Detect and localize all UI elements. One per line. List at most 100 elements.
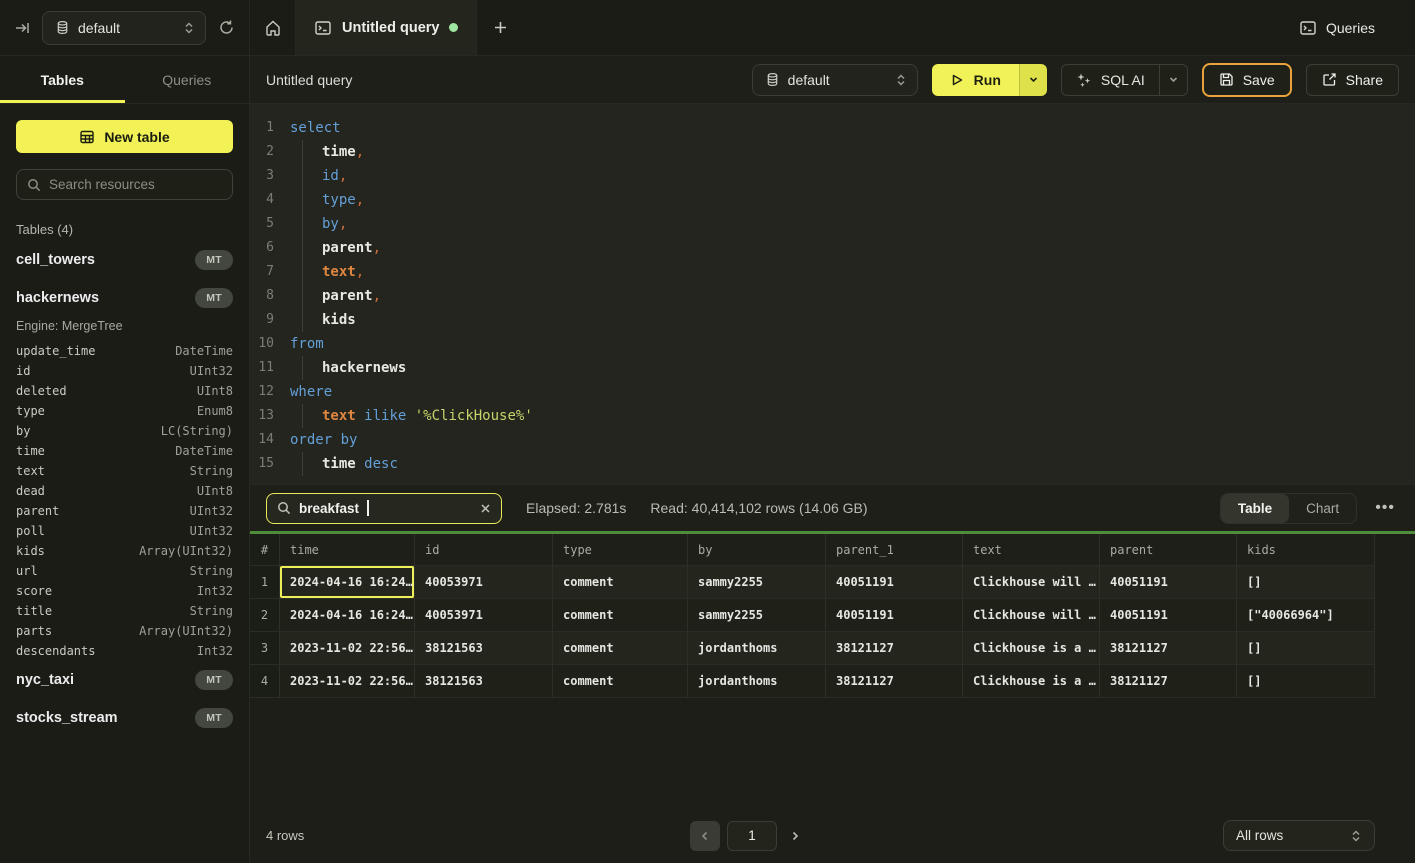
share-button[interactable]: Share (1306, 64, 1399, 96)
queries-shortcut[interactable]: Queries (1299, 0, 1415, 55)
line-number: 5 (250, 212, 282, 236)
save-button[interactable]: Save (1202, 63, 1292, 97)
results-table-cell[interactable]: 40051191 (826, 566, 963, 598)
engine-badge: MT (195, 288, 233, 308)
results-table-cell[interactable]: 40051191 (826, 599, 963, 631)
results-table-cell[interactable]: 38121563 (415, 632, 553, 664)
line-code: parent, (282, 284, 381, 308)
sidebar-tab-queries[interactable]: Queries (125, 56, 250, 103)
clear-search-icon[interactable] (480, 503, 491, 514)
sidebar-table-item[interactable]: hackernewsMT (16, 279, 233, 317)
results-table-header-cell[interactable]: parent (1100, 534, 1237, 565)
results-table-header-cell[interactable]: id (415, 534, 553, 565)
more-options-icon[interactable]: ••• (1371, 499, 1399, 517)
toggle-chart[interactable]: Chart (1289, 494, 1356, 523)
results-table-cell[interactable]: 38121127 (1100, 632, 1237, 664)
results-table-header-cell[interactable]: text (963, 534, 1100, 565)
refresh-icon[interactable] (218, 19, 235, 36)
results-table-cell[interactable]: 40053971 (415, 599, 553, 631)
results-table-cell[interactable]: comment (553, 632, 688, 664)
results-table-header-cell[interactable]: kids (1237, 534, 1375, 565)
results-table-cell[interactable]: jordanthoms (688, 632, 826, 664)
code-token: , (356, 264, 364, 280)
tab-home[interactable] (250, 0, 295, 55)
results-table-cell[interactable]: ["40066964"] (1237, 599, 1375, 631)
collapse-sidebar-icon[interactable] (14, 20, 30, 36)
new-tab-button[interactable] (477, 0, 523, 55)
results-table-cell[interactable]: 3 (250, 632, 280, 664)
page-size-select[interactable]: All rows (1223, 820, 1375, 851)
results-search-input[interactable]: breakfast (266, 493, 502, 524)
results-table-cell[interactable]: 2023-11-02 22:56… (280, 665, 415, 697)
results-table-header-cell[interactable]: type (553, 534, 688, 565)
results-table-cell[interactable]: 2024-04-16 16:24… (280, 566, 415, 598)
results-table-cell[interactable]: 40051191 (1100, 599, 1237, 631)
results-table: #timeidtypebyparent_1textparentkids 12024… (250, 534, 1375, 698)
results-table-header-cell[interactable]: by (688, 534, 826, 565)
results-table-cell[interactable]: comment (553, 599, 688, 631)
resource-search-input[interactable]: Search resources (16, 169, 233, 200)
editor-line: 8parent, (250, 284, 1415, 308)
indent-guide (302, 140, 322, 164)
terminal-icon (1299, 19, 1317, 37)
editor-line: 7text, (250, 260, 1415, 284)
sidebar-table-item[interactable]: nyc_taxiMT (16, 661, 233, 699)
sidebar-table-list: cell_towersMThackernewsMTEngine: MergeTr… (16, 241, 233, 737)
results-table-cell[interactable]: [] (1237, 665, 1375, 697)
top-bar: default Untitled query Que (0, 0, 1415, 56)
prev-page-button[interactable] (690, 821, 720, 851)
run-options-button[interactable] (1019, 64, 1047, 96)
table-column-row: deletedUInt8 (16, 381, 233, 401)
results-table-cell[interactable]: comment (553, 665, 688, 697)
results-table-cell[interactable]: 4 (250, 665, 280, 697)
results-table-cell[interactable]: Clickhouse will … (963, 566, 1100, 598)
results-table-cell[interactable]: 1 (250, 566, 280, 598)
results-table-cell[interactable]: [] (1237, 566, 1375, 598)
sidebar-table-item[interactable]: cell_towersMT (16, 241, 233, 279)
results-toolbar: breakfast Elapsed: 2.781s Read: 40,414,1… (250, 484, 1415, 531)
topbar-database-select[interactable]: default (42, 11, 206, 45)
results-table-cell[interactable]: 2023-11-02 22:56… (280, 632, 415, 664)
results-table-cell[interactable]: 40051191 (1100, 566, 1237, 598)
results-table-cell[interactable]: 2024-04-16 16:24… (280, 599, 415, 631)
line-number: 9 (250, 308, 282, 332)
results-table-cell[interactable]: comment (553, 566, 688, 598)
sql-editor[interactable]: 1select2time,3id,4type,5by,6parent,7text… (250, 104, 1415, 484)
next-page-button[interactable] (784, 831, 806, 841)
results-table-header-cell[interactable]: parent_1 (826, 534, 963, 565)
results-table-cell[interactable]: sammy2255 (688, 566, 826, 598)
results-table-header-cell[interactable]: # (250, 534, 280, 565)
toggle-table[interactable]: Table (1221, 494, 1289, 523)
results-table-cell[interactable]: 40053971 (415, 566, 553, 598)
database-icon (765, 72, 780, 87)
results-table-cell[interactable]: 2 (250, 599, 280, 631)
results-table-cell[interactable]: 38121127 (1100, 665, 1237, 697)
results-table-cell[interactable]: 38121563 (415, 665, 553, 697)
run-button[interactable]: Run (932, 64, 1019, 96)
results-table-header-cell[interactable]: time (280, 534, 415, 565)
column-type: UInt32 (190, 501, 233, 521)
results-table-cell[interactable]: Clickhouse will … (963, 599, 1100, 631)
results-table-cell[interactable]: Clickhouse is a … (963, 665, 1100, 697)
page-number-input[interactable]: 1 (727, 821, 777, 851)
results-table-cell[interactable]: sammy2255 (688, 599, 826, 631)
editor-line: 12where (250, 380, 1415, 404)
sidebar-tab-tables[interactable]: Tables (0, 56, 125, 103)
query-database-select[interactable]: default (752, 64, 918, 96)
tab-untitled-query[interactable]: Untitled query (295, 0, 477, 55)
editor-line: 15time desc (250, 452, 1415, 476)
search-icon (27, 178, 41, 192)
sidebar-table-item[interactable]: stocks_streamMT (16, 699, 233, 737)
results-table-cell[interactable]: Clickhouse is a … (963, 632, 1100, 664)
topbar-database-value: default (78, 20, 175, 36)
results-table-cell[interactable]: 38121127 (826, 632, 963, 664)
chevron-updown-icon (1350, 829, 1362, 843)
results-table-cell[interactable]: jordanthoms (688, 665, 826, 697)
results-footer: 4 rows 1 All rows (250, 808, 1415, 863)
search-icon (277, 501, 291, 515)
results-table-cell[interactable]: [] (1237, 632, 1375, 664)
results-table-cell[interactable]: 38121127 (826, 665, 963, 697)
new-table-button[interactable]: New table (16, 120, 233, 153)
sql-ai-button[interactable]: SQL AI (1062, 65, 1159, 95)
sql-ai-options-button[interactable] (1159, 65, 1187, 95)
